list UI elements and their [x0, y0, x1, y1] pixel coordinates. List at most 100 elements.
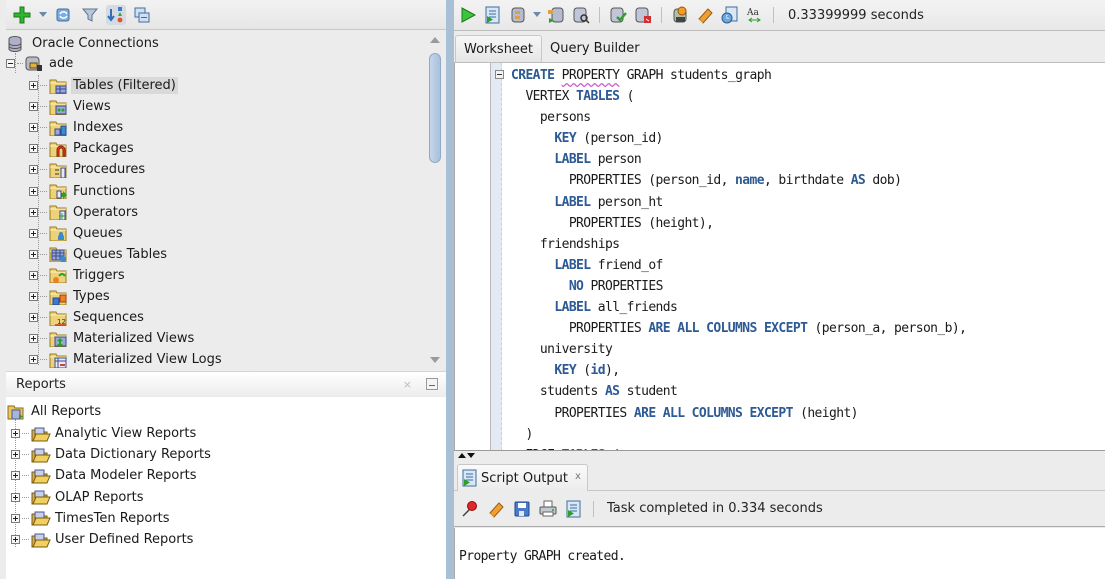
tree-node[interactable]: Procedures [29, 159, 147, 180]
indexes-folder-icon [49, 120, 67, 137]
save-icon[interactable] [512, 499, 532, 519]
tree-node[interactable]: Packages [29, 138, 136, 159]
report-folder-item[interactable]: Data Dictionary Reports [11, 444, 213, 465]
expand-toggle[interactable] [29, 228, 38, 238]
tree-node[interactable]: Types [29, 286, 112, 307]
expand-toggle[interactable] [29, 249, 38, 259]
report-folder-item[interactable]: TimesTen Reports [11, 508, 172, 529]
tree-node[interactable]: Materialized View Logs [29, 349, 224, 369]
clear-output-icon[interactable] [486, 499, 506, 519]
editor-output-splitter[interactable] [454, 450, 1105, 461]
worksheet-tabs: Worksheet Query Builder [454, 33, 1105, 63]
pin-icon[interactable] [460, 499, 480, 519]
expand-toggle[interactable] [29, 165, 38, 175]
expand-toggle[interactable] [29, 81, 38, 90]
report-folder-item[interactable]: OLAP Reports [11, 487, 146, 508]
expand-toggle[interactable] [11, 450, 20, 460]
close-tab-icon[interactable]: x [575, 471, 581, 482]
report-folder-item[interactable]: User Defined Reports [11, 529, 195, 550]
expand-toggle[interactable] [29, 144, 38, 154]
run-statement-icon[interactable] [458, 5, 478, 25]
report-folder-item[interactable]: Data Modeler Reports [11, 465, 199, 486]
tree-node[interactable]: Tables (Filtered) [29, 75, 178, 96]
tree-label: OLAP Reports [55, 489, 144, 505]
collapse-toggle[interactable] [6, 59, 15, 68]
sql-text: student [619, 384, 678, 400]
dropdown-arrow-icon[interactable] [533, 5, 541, 25]
views-folder-icon [49, 99, 67, 116]
scroll-thumb[interactable] [429, 53, 441, 163]
minimize-icon[interactable] [426, 378, 438, 390]
autotrace-icon[interactable] [546, 5, 566, 25]
expand-toggle[interactable] [11, 429, 20, 438]
expand-toggle[interactable] [29, 313, 38, 323]
sql-code[interactable]: CREATE PROPERTY GRAPH students_graph VER… [511, 65, 967, 450]
worksheet-pane: Aa 0.33399999 seconds Worksheet Query Bu… [454, 0, 1105, 579]
rollback-icon[interactable] [633, 5, 653, 25]
commit-icon[interactable] [608, 5, 628, 25]
unshared-sql-icon[interactable] [670, 5, 690, 25]
tree-label: Materialized View Logs [73, 352, 222, 368]
expand-toggle[interactable] [29, 334, 38, 344]
tree-node[interactable]: 12 Sequences [29, 307, 146, 328]
tab-script-output[interactable]: Script Output x [457, 464, 588, 491]
filter-icon[interactable] [80, 5, 100, 25]
expand-toggle[interactable] [29, 292, 38, 301]
maximize-up-arrow-icon[interactable] [458, 453, 466, 458]
tree-node[interactable]: Functions [29, 181, 137, 202]
tree-label: Functions [73, 183, 136, 199]
sql-history-icon[interactable] [720, 5, 740, 25]
expand-toggle[interactable] [11, 535, 20, 544]
tab-worksheet[interactable]: Worksheet [455, 35, 543, 62]
tree-node[interactable]: Operators [29, 202, 140, 223]
tree-node[interactable]: Queues [29, 223, 124, 244]
clear-icon[interactable] [695, 5, 715, 25]
tree-root-all-reports[interactable]: All Reports [7, 401, 103, 422]
expand-toggle[interactable] [11, 492, 20, 502]
queue-tables-folder-icon [49, 246, 67, 263]
expand-toggle[interactable] [29, 102, 38, 112]
close-icon[interactable]: × [403, 378, 412, 391]
script-output-area[interactable]: Property GRAPH created. [454, 528, 1105, 579]
add-connection-icon[interactable] [12, 5, 32, 25]
expand-toggle[interactable] [29, 186, 38, 196]
fold-toggle-icon[interactable] [495, 70, 504, 79]
expand-toggle[interactable] [29, 355, 38, 365]
sql-text: PROPERTIES (person_id, [511, 173, 736, 189]
report-folder-item[interactable]: Analytic View Reports [11, 423, 198, 444]
connections-scrollbar[interactable] [428, 35, 442, 365]
execution-time: 0.33399999 seconds [788, 7, 924, 23]
tree-node[interactable]: Views [29, 96, 113, 117]
minimize-down-arrow-icon[interactable] [467, 453, 475, 458]
print-icon[interactable] [538, 499, 558, 519]
format-case-icon[interactable]: Aa [745, 5, 765, 25]
sql-tuning-icon[interactable] [571, 5, 591, 25]
vertical-splitter[interactable] [446, 0, 454, 579]
tree-root-oracle-connections[interactable]: Oracle Connections [8, 33, 161, 54]
explain-plan-icon[interactable] [508, 5, 528, 25]
tree-node[interactable]: Indexes [29, 117, 125, 138]
tree-node[interactable]: Materialized Views [29, 328, 196, 349]
expand-toggle[interactable] [29, 123, 38, 133]
sql-editor[interactable]: CREATE PROPERTY GRAPH students_graph VER… [454, 63, 1105, 450]
scroll-up-arrow[interactable] [430, 37, 440, 43]
dropdown-arrow-icon[interactable] [38, 5, 48, 25]
tree-node[interactable]: Triggers [29, 265, 127, 286]
tree-connection-ade[interactable]: ade [6, 53, 75, 74]
sql-keyword: AS [604, 384, 620, 400]
expand-toggle[interactable] [11, 471, 20, 481]
tree-node[interactable]: Queues Tables [29, 244, 169, 265]
expand-toggle[interactable] [29, 270, 38, 280]
scroll-down-arrow[interactable] [430, 357, 440, 363]
refresh-icon[interactable] [54, 5, 74, 25]
schema-browser-icon[interactable] [106, 4, 126, 25]
toolbar-separator [593, 500, 594, 517]
collapse-all-icon[interactable] [132, 5, 152, 25]
expand-toggle[interactable] [11, 513, 20, 523]
code-line: persons [511, 107, 966, 128]
run-script-icon[interactable] [483, 5, 503, 25]
expand-toggle[interactable] [29, 207, 38, 217]
tab-query-builder[interactable]: Query Builder [542, 35, 648, 62]
run-script-icon[interactable] [564, 499, 584, 519]
